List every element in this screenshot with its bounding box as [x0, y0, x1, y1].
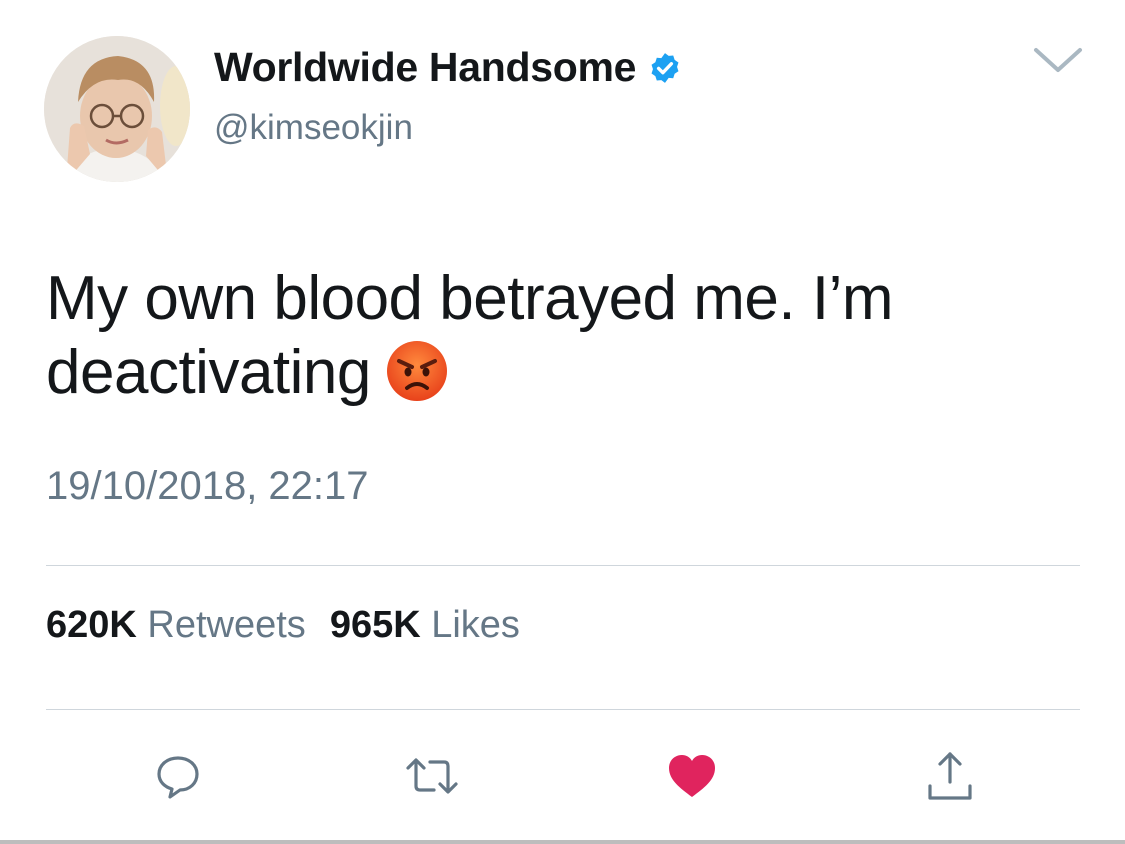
- angry-face-emoji-icon: [385, 339, 449, 403]
- tweet-actions: [0, 748, 1125, 808]
- divider: [46, 565, 1080, 566]
- avatar-image: [44, 36, 190, 182]
- likes-label: Likes: [431, 604, 520, 646]
- tweet-stats: 620K Retweets 965K Likes: [46, 604, 520, 647]
- likes-count: 965K: [329, 604, 421, 646]
- tweet-timestamp[interactable]: 19/10/2018, 22:17: [46, 464, 369, 509]
- retweet-button[interactable]: [402, 748, 462, 804]
- retweets-label: Retweets: [147, 604, 306, 646]
- divider: [46, 709, 1080, 710]
- heart-icon: [669, 755, 715, 797]
- retweets-count: 620K: [46, 604, 137, 646]
- share-upload-icon: [928, 752, 972, 800]
- like-button[interactable]: [662, 748, 722, 804]
- avatar[interactable]: [44, 36, 190, 182]
- tweet-text: My own blood betrayed me. I’m deactivati…: [46, 262, 1046, 410]
- likes-stat[interactable]: 965K Likes: [330, 604, 520, 646]
- reply-button[interactable]: [148, 748, 208, 804]
- tweet-body: My own blood betrayed me. I’m deactivati…: [46, 264, 894, 407]
- chevron-down-icon[interactable]: [1032, 42, 1084, 78]
- display-name[interactable]: Worldwide Handsome: [214, 44, 636, 91]
- retweet-arrows-icon: [406, 758, 458, 794]
- share-button[interactable]: [920, 748, 980, 804]
- speech-bubble-icon: [157, 756, 199, 799]
- user-handle[interactable]: @kimseokjin: [214, 108, 413, 148]
- bottom-edge: [0, 840, 1125, 844]
- verified-badge-icon: [648, 51, 682, 85]
- retweets-stat[interactable]: 620K Retweets: [46, 604, 306, 646]
